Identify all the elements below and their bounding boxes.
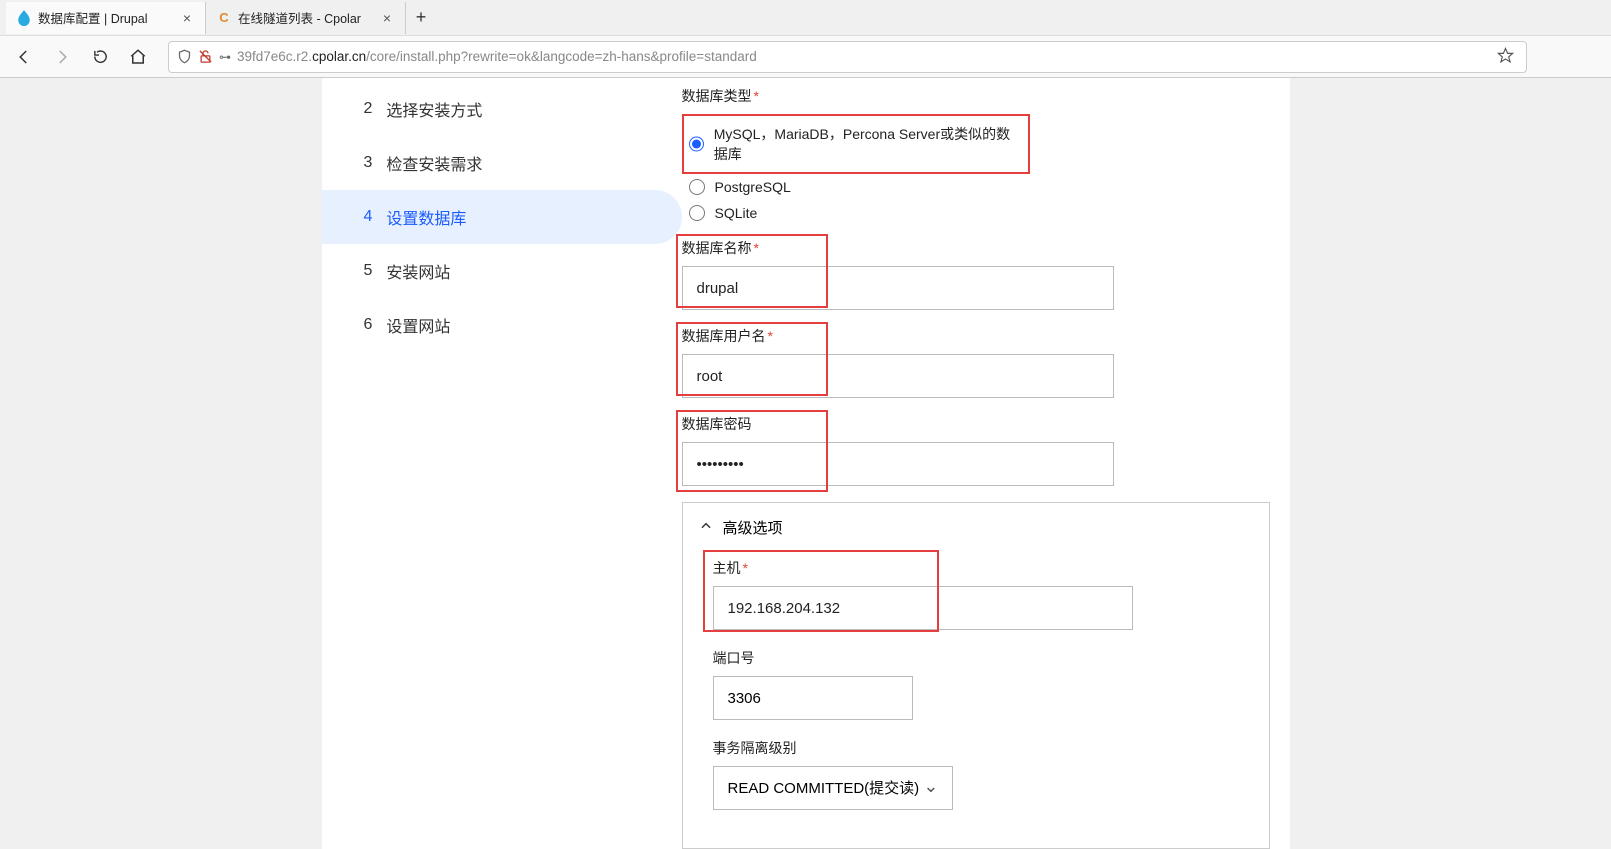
new-tab-button[interactable]: + <box>406 3 436 33</box>
reload-button[interactable] <box>84 41 116 73</box>
radio-postgresql[interactable] <box>689 179 705 195</box>
step-label: 设置网站 <box>386 313 450 337</box>
database-form: 数据库类型* MySQL，MariaDB，Percona Server或类似的数… <box>682 78 1290 849</box>
db-name-block: 数据库名称* <box>682 238 1270 310</box>
host-input[interactable] <box>713 586 1133 630</box>
db-type-label: 数据库类型* <box>682 86 1270 106</box>
lock-icon <box>198 49 213 64</box>
radio-mysql[interactable] <box>689 136 704 152</box>
browser-tab-strip: 数据库配置 | Drupal × C 在线隧道列表 - Cpolar × + <box>0 0 1611 36</box>
close-icon[interactable]: × <box>179 10 195 26</box>
port-label: 端口号 <box>713 648 1239 668</box>
bookmark-star-icon[interactable] <box>1493 47 1518 67</box>
browser-tab-cpolar[interactable]: C 在线隧道列表 - Cpolar × <box>206 2 406 34</box>
cpolar-icon: C <box>216 10 232 26</box>
step-label: 安装网站 <box>386 259 450 283</box>
db-name-label: 数据库名称* <box>682 238 1270 258</box>
key-icon: ⊶ <box>219 50 231 64</box>
step-verify-requirements[interactable]: 3 检查安装需求 <box>322 136 682 190</box>
db-type-postgresql[interactable]: PostgreSQL <box>682 174 1270 200</box>
shield-icon <box>177 49 192 64</box>
isolation-label: 事务隔离级别 <box>713 738 1239 758</box>
step-install-site[interactable]: 5 安装网站 <box>322 244 682 298</box>
advanced-options-panel: 高级选项 主机* 端口号 事务隔离级别 <box>682 502 1270 849</box>
host-block: 主机* <box>713 558 1239 630</box>
drupal-icon <box>16 10 32 26</box>
advanced-toggle[interactable]: 高级选项 <box>683 503 1269 552</box>
port-block: 端口号 <box>713 648 1239 720</box>
step-label: 设置数据库 <box>386 205 466 229</box>
advanced-body: 主机* 端口号 事务隔离级别 READ COMMITTED(提交读) <box>683 552 1269 848</box>
db-type-mysql[interactable]: MySQL，MariaDB，Percona Server或类似的数据库 <box>687 119 1025 169</box>
address-bar[interactable]: ⊶ 39fd7e6c.r2.cpolar.cn/core/install.php… <box>168 41 1527 73</box>
annotation-highlight: MySQL，MariaDB，Percona Server或类似的数据库 <box>682 114 1030 174</box>
host-label: 主机* <box>713 558 1239 578</box>
step-choose-install[interactable]: 2 选择安装方式 <box>322 82 682 136</box>
db-user-input[interactable] <box>682 354 1114 398</box>
forward-button[interactable] <box>46 41 78 73</box>
radio-sqlite[interactable] <box>689 205 705 221</box>
browser-toolbar: ⊶ 39fd7e6c.r2.cpolar.cn/core/install.php… <box>0 36 1611 78</box>
db-user-block: 数据库用户名* <box>682 326 1270 398</box>
page-content: 2 选择安装方式 3 检查安装需求 4 设置数据库 5 安装网站 6 设置网站 <box>322 78 1290 849</box>
db-type-block: 数据库类型* MySQL，MariaDB，Percona Server或类似的数… <box>682 86 1270 226</box>
step-label: 检查安装需求 <box>386 151 482 175</box>
install-steps-sidebar: 2 选择安装方式 3 检查安装需求 4 设置数据库 5 安装网站 6 设置网站 <box>322 78 682 849</box>
back-button[interactable] <box>8 41 40 73</box>
isolation-block: 事务隔离级别 READ COMMITTED(提交读) <box>713 738 1239 810</box>
step-setup-database[interactable]: 4 设置数据库 <box>322 190 682 244</box>
page-viewport[interactable]: 2 选择安装方式 3 检查安装需求 4 设置数据库 5 安装网站 6 设置网站 <box>0 78 1611 849</box>
home-button[interactable] <box>122 41 154 73</box>
url-text: 39fd7e6c.r2.cpolar.cn/core/install.php?r… <box>237 49 1487 64</box>
isolation-select[interactable]: READ COMMITTED(提交读) <box>713 766 953 810</box>
tab-title: 在线隧道列表 - Cpolar <box>238 8 373 27</box>
db-password-label: 数据库密码 <box>682 414 1270 434</box>
step-label: 选择安装方式 <box>386 97 482 121</box>
db-name-input[interactable] <box>682 266 1114 310</box>
db-password-block: 数据库密码 <box>682 414 1270 486</box>
tab-title: 数据库配置 | Drupal <box>38 8 173 27</box>
browser-tab-drupal[interactable]: 数据库配置 | Drupal × <box>6 2 206 34</box>
chevron-up-icon <box>699 519 713 537</box>
step-configure-site[interactable]: 6 设置网站 <box>322 298 682 352</box>
port-input[interactable] <box>713 676 913 720</box>
db-user-label: 数据库用户名* <box>682 326 1270 346</box>
close-icon[interactable]: × <box>379 10 395 26</box>
db-password-input[interactable] <box>682 442 1114 486</box>
db-type-sqlite[interactable]: SQLite <box>682 200 1270 226</box>
